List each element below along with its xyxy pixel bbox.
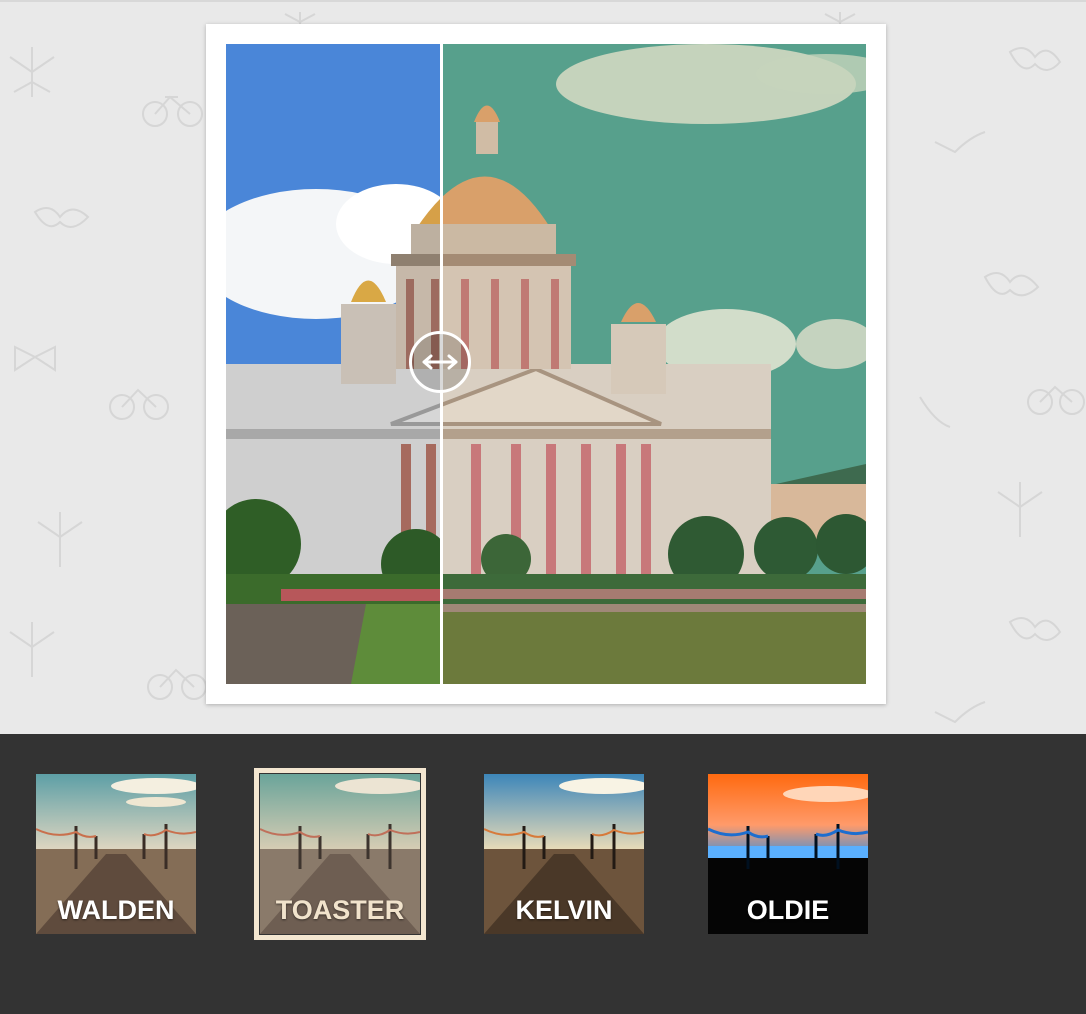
bicycle-icon	[1027, 385, 1085, 415]
pipe-icon	[934, 701, 986, 724]
preview-area	[0, 0, 1086, 734]
mustache-icon	[1008, 617, 1062, 641]
mustache-icon	[33, 207, 90, 228]
split-handle[interactable]	[409, 331, 471, 393]
mustache-icon	[1008, 47, 1062, 71]
filter-label: WALDEN	[57, 895, 175, 925]
pipe-icon	[934, 131, 986, 154]
filter-label: TOASTER	[275, 895, 405, 925]
filter-thumb-oldie[interactable]: OLDIE	[708, 774, 868, 934]
filter-thumb-kelvin[interactable]: KELVIN	[484, 774, 644, 934]
bicycle-icon	[142, 95, 203, 127]
filter-thumb-walden[interactable]: WALDEN	[36, 774, 196, 934]
bowtie-icon	[14, 345, 56, 372]
mustache-icon	[983, 272, 1040, 297]
filter-label: OLDIE	[746, 895, 830, 925]
image-frame	[206, 24, 886, 704]
leaf-icon	[37, 512, 83, 567]
bicycle-icon	[147, 668, 207, 700]
pipe-icon	[919, 396, 951, 428]
bicycle-icon	[109, 388, 169, 420]
filter-label: KELVIN	[515, 895, 613, 925]
filter-thumb-toaster[interactable]: TOASTER	[254, 768, 426, 940]
filter-bar: WALDEN TOASTER KELVIN OLDIE	[0, 734, 1086, 1014]
left-right-arrow-icon	[422, 354, 458, 370]
leaf-icon	[9, 47, 55, 97]
comparison-photo[interactable]	[226, 44, 866, 684]
cathedral-photo	[226, 44, 866, 684]
leaf-icon	[9, 622, 55, 677]
leaf-icon	[997, 482, 1043, 537]
